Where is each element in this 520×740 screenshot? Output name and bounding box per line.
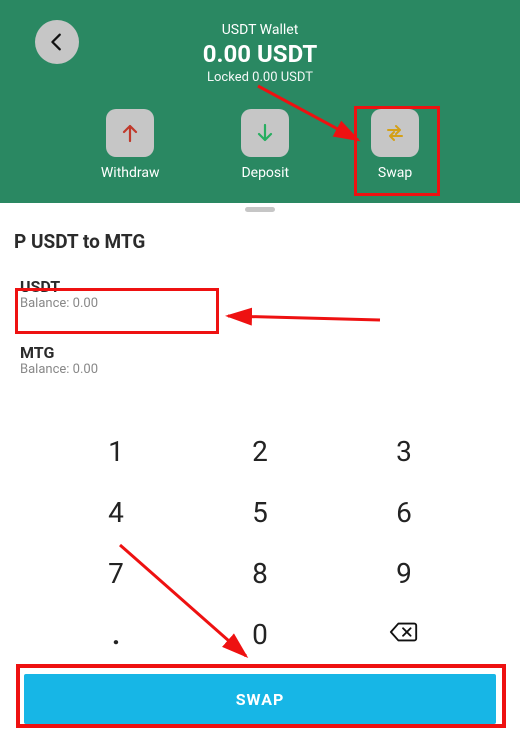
wallet-info: USDT Wallet 0.00 USDT Locked 0.00 USDT [20, 18, 500, 85]
key-dot[interactable]: . [44, 604, 188, 665]
backspace-icon [389, 620, 419, 644]
action-withdraw[interactable]: Withdraw [101, 109, 160, 181]
deposit-label: Deposit [241, 165, 289, 181]
to-balance: Balance: 0.00 [20, 362, 500, 377]
key-7[interactable]: 7 [44, 543, 188, 604]
swap-panel: P USDT to MTG USDT Balance: 0.00 MTG Bal… [0, 212, 520, 665]
swap-button-label: SWAP [236, 690, 285, 709]
key-0[interactable]: 0 [188, 604, 332, 665]
key-3[interactable]: 3 [332, 421, 476, 482]
swap-icon [383, 121, 407, 145]
wallet-amount: 0.00 USDT [20, 40, 500, 68]
numeric-keypad: 1 2 3 4 5 6 7 8 9 . 0 [20, 421, 500, 665]
key-backspace[interactable] [332, 604, 476, 665]
withdraw-tile [106, 109, 154, 157]
wallet-actions: Withdraw Deposit Swap [20, 109, 500, 191]
arrow-down-icon [253, 121, 277, 145]
wallet-header: USDT Wallet 0.00 USDT Locked 0.00 USDT W… [0, 0, 520, 203]
swap-button[interactable]: SWAP [24, 674, 496, 724]
from-balance: Balance: 0.00 [20, 296, 500, 311]
to-currency-block[interactable]: MTG Balance: 0.00 [20, 341, 500, 383]
deposit-tile [241, 109, 289, 157]
key-8[interactable]: 8 [188, 543, 332, 604]
arrow-up-icon [118, 121, 142, 145]
wallet-label: USDT Wallet [20, 22, 500, 38]
swap-title: P USDT to MTG [14, 230, 500, 253]
key-6[interactable]: 6 [332, 482, 476, 543]
key-9[interactable]: 9 [332, 543, 476, 604]
action-swap[interactable]: Swap [371, 109, 419, 181]
withdraw-label: Withdraw [101, 165, 160, 181]
from-currency: USDT [20, 277, 500, 296]
from-currency-block[interactable]: USDT Balance: 0.00 [20, 275, 500, 317]
swap-label: Swap [378, 165, 412, 181]
key-1[interactable]: 1 [44, 421, 188, 482]
wallet-locked: Locked 0.00 USDT [20, 70, 500, 85]
key-4[interactable]: 4 [44, 482, 188, 543]
key-2[interactable]: 2 [188, 421, 332, 482]
key-5[interactable]: 5 [188, 482, 332, 543]
arrow-left-icon [46, 31, 68, 53]
back-button[interactable] [35, 20, 79, 64]
to-currency: MTG [20, 343, 500, 362]
swap-tile [371, 109, 419, 157]
action-deposit[interactable]: Deposit [241, 109, 289, 181]
